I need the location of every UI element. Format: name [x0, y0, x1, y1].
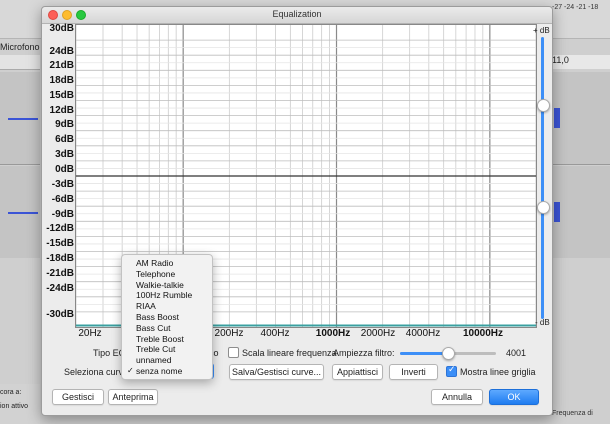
- manage-button[interactable]: Gestisci: [52, 389, 104, 405]
- frequency-tick-label: 200Hz: [214, 328, 244, 339]
- cancel-button[interactable]: Annulla: [431, 389, 483, 405]
- db-tick-label: 15dB: [49, 90, 74, 101]
- db-tick-label: 24dB: [49, 46, 74, 57]
- db-tick-label: 9dB: [55, 119, 74, 130]
- db-tick-label: 0dB: [55, 164, 74, 175]
- db-tick-label: 3dB: [55, 149, 74, 160]
- meter-scale: -27 -24 -21 -18: [552, 4, 599, 11]
- frequency-tick-label: 400Hz: [260, 328, 290, 339]
- db-axis: 30dB 24dB 21dB 18dB 15dB 12dB 9dB 6dB 3dB 0dB -3dB…: [42, 23, 74, 334]
- linear-scale-label: Scala lineare frequenza: [242, 348, 337, 358]
- db-tick-label: -30dB: [46, 309, 74, 320]
- curve-menu-item[interactable]: Treble Boost: [136, 334, 184, 344]
- filter-width-fill: [400, 352, 448, 355]
- audio-track-2[interactable]: [0, 166, 40, 258]
- waveform-icon: [8, 212, 38, 214]
- max-db-handle[interactable]: [537, 99, 550, 112]
- audio-track-2-right[interactable]: [552, 166, 610, 258]
- db-tick-label: -21dB: [46, 268, 74, 279]
- preview-button[interactable]: Anteprima: [108, 389, 158, 405]
- frequency-tick-label: 1000Hz: [315, 328, 351, 339]
- snap-status: ion attivo: [0, 403, 29, 410]
- curve-menu-item[interactable]: unnamed: [136, 355, 171, 365]
- db-tick-label: -24dB: [46, 283, 74, 294]
- waveform-icon: [8, 118, 38, 120]
- filter-width-label: Ampiezza filtro:: [333, 348, 395, 358]
- db-tick-label: 12dB: [49, 105, 74, 116]
- curve-menu-item[interactable]: Bass Boost: [136, 312, 179, 322]
- db-tick-label: 6dB: [55, 134, 74, 145]
- curve-menu-item[interactable]: senza nome: [136, 366, 182, 376]
- show-grid-checkbox[interactable]: [446, 364, 457, 377]
- frequency-tick-label: 2000Hz: [360, 328, 396, 339]
- dialog-title: Equalization: [272, 9, 322, 19]
- rate-label: Frequenza di: [552, 410, 593, 417]
- selection-toolbar: cora a: ion attivo: [0, 384, 40, 424]
- waveform-icon: [554, 202, 560, 222]
- min-db-handle[interactable]: [537, 201, 550, 214]
- db-tick-label: -15dB: [46, 238, 74, 249]
- snap-label: cora a:: [0, 389, 22, 396]
- flatten-button[interactable]: Appiattisci: [332, 364, 383, 380]
- frequency-tick-label: 20Hz: [78, 328, 102, 339]
- save-manage-curves-button[interactable]: Salva/Gestisci curve...: [229, 364, 324, 380]
- curve-menu-item[interactable]: 100Hz Rumble: [136, 290, 192, 300]
- audio-track-1[interactable]: [0, 72, 40, 165]
- db-tick-label: -18dB: [46, 253, 74, 264]
- filter-width-value: 4001: [506, 348, 527, 358]
- db-tick-label: -6dB: [51, 194, 74, 205]
- db-tick-label: -3dB: [51, 179, 74, 190]
- curve-menu-item[interactable]: RIAA: [136, 301, 156, 311]
- title-bar[interactable]: Equalization: [42, 7, 552, 24]
- timeline-ruler-left: [0, 55, 40, 70]
- db-tick-label: -9dB: [51, 209, 74, 220]
- frequency-tick-label: 4000Hz: [405, 328, 441, 339]
- frequency-tick-label: 10000Hz: [462, 328, 504, 339]
- invert-button[interactable]: Inverti: [389, 364, 438, 380]
- curve-menu-item[interactable]: Treble Cut: [136, 344, 175, 354]
- show-grid-label: Mostra linee griglia: [460, 367, 536, 377]
- curve-menu-item[interactable]: Walkie-talkie: [136, 280, 184, 290]
- ok-button[interactable]: OK: [489, 389, 539, 405]
- db-tick-label: -12dB: [46, 223, 74, 234]
- plus-db-label: + dB: [533, 26, 550, 35]
- waveform-icon: [554, 108, 560, 128]
- curve-menu-item[interactable]: Bass Cut: [136, 323, 171, 333]
- linear-scale-checkbox[interactable]: [228, 347, 239, 358]
- gain-range-slider[interactable]: [541, 37, 544, 319]
- db-tick-label: 30dB: [49, 23, 74, 34]
- curve-menu-item[interactable]: Telephone: [136, 269, 175, 279]
- equalization-dialog: Equalization 30dB 24dB 21dB 18dB 15dB 12dB 9dB…: [41, 6, 553, 416]
- curve-dropdown-menu[interactable]: AM Radio Telephone Walkie-talkie 100Hz Rumb…: [121, 254, 213, 380]
- minus-db-label: - dB: [535, 318, 550, 327]
- filter-width-thumb[interactable]: [442, 347, 455, 360]
- audio-track-1-right[interactable]: [552, 72, 610, 165]
- timeline-ruler-right: 11,0: [552, 55, 610, 69]
- db-tick-label: 21dB: [49, 60, 74, 71]
- db-tick-label: 18dB: [49, 75, 74, 86]
- curve-menu-item[interactable]: AM Radio: [136, 258, 173, 268]
- microphone-label: Microfono: [0, 42, 40, 52]
- checkmark-icon: ✓: [127, 366, 134, 375]
